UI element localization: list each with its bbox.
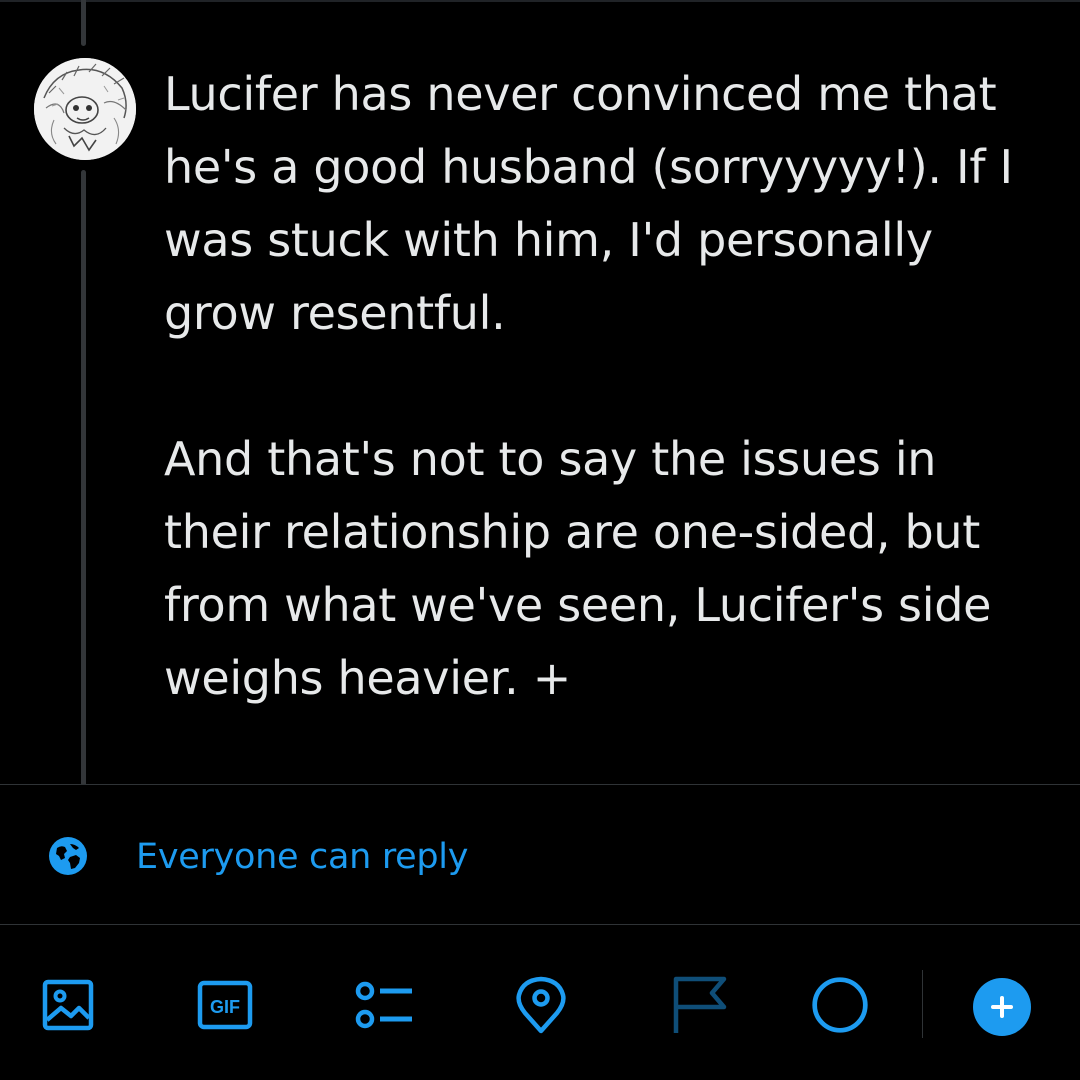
toolbar-separator (922, 970, 923, 1038)
character-counter (810, 975, 870, 1035)
character-count-icon (812, 977, 868, 1033)
gif-icon: GIF (197, 980, 253, 1030)
location-button[interactable] (511, 975, 571, 1035)
media-icon (42, 979, 94, 1031)
top-border (0, 0, 1080, 2)
thread-line (81, 0, 86, 46)
add-post-button[interactable] (973, 978, 1031, 1036)
reply-setting-label: Everyone can reply (136, 837, 469, 877)
svg-text:GIF: GIF (210, 997, 240, 1017)
location-icon (516, 976, 566, 1034)
reply-setting-button[interactable]: Everyone can reply (0, 812, 1080, 902)
avatar-image (34, 58, 136, 160)
compose-paragraph: And that's not to say the issues in thei… (164, 432, 992, 705)
avatar[interactable] (34, 58, 136, 160)
divider (0, 784, 1080, 785)
compose-text-area[interactable]: Lucifer has never convinced me that he's… (164, 58, 1044, 715)
add-post-icon (991, 996, 1013, 1018)
thread-line (81, 170, 86, 785)
schedule-button[interactable] (670, 975, 730, 1035)
compose-paragraph: Lucifer has never convinced me that he's… (164, 67, 1013, 340)
gif-button[interactable]: GIF (196, 975, 256, 1035)
flag-icon (673, 976, 727, 1033)
globe-icon (48, 836, 88, 876)
media-button[interactable] (38, 975, 98, 1035)
poll-icon (355, 981, 412, 1029)
compose-toolbar: GIF (0, 925, 1080, 1080)
poll-button[interactable] (354, 975, 414, 1035)
